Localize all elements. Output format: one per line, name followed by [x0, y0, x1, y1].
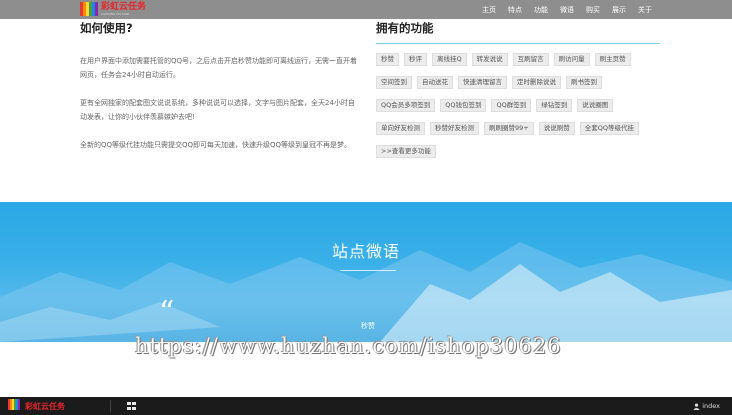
feature-tag[interactable]: 快速清理留言: [458, 76, 507, 89]
features-heading: 拥有的功能: [376, 21, 434, 35]
feature-tag[interactable]: 自动送花: [417, 76, 453, 89]
feature-tag[interactable]: >>查看更多功能: [376, 145, 436, 158]
band-divider: [340, 270, 396, 271]
rainbow-logo-icon: [8, 399, 20, 413]
feature-tag[interactable]: 全套QQ等级代挂: [579, 122, 639, 135]
page: 彩虹云任务 CAIHONG QQ TASK 主页 特点 功能 微语 购买 展示 …: [0, 0, 732, 415]
taskbar-divider: [110, 400, 111, 412]
feature-tag[interactable]: 说说圈图: [577, 99, 614, 112]
top-navbar: 彩虹云任务 CAIHONG QQ TASK 主页 特点 功能 微语 购买 展示 …: [0, 0, 732, 19]
nav-item-about[interactable]: 关于: [638, 5, 652, 15]
usage-paragraph-3: 全新的QQ等级代挂功能只需提交QQ即可每天加速，快速升级QQ等级到皇冠不再是梦。: [80, 141, 352, 149]
micropost-author: 秒赞: [361, 322, 375, 330]
feature-tag[interactable]: 刷刷圈赞99+: [484, 122, 534, 135]
grid-menu-icon[interactable]: [127, 402, 136, 410]
rainbow-logo-icon: [80, 2, 98, 16]
taskbar-title: 彩虹云任务: [25, 401, 65, 411]
watermark-text: https://www.huzhan.com/ishop30626: [135, 334, 562, 358]
site-logo[interactable]: 彩虹云任务 CAIHONG QQ TASK: [80, 1, 146, 17]
feature-tag[interactable]: 刷主页赞: [594, 53, 631, 66]
logo-subtitle: CAIHONG QQ TASK: [101, 11, 130, 16]
feature-tag[interactable]: 秒赞好友检测: [430, 122, 479, 135]
logo-text: 彩虹云任务 CAIHONG QQ TASK: [101, 1, 147, 16]
feature-tag[interactable]: 定时删除说说: [512, 76, 561, 89]
nav-item-buy[interactable]: 购买: [586, 5, 600, 15]
taskbar-user[interactable]: index: [693, 397, 720, 415]
taskbar-logo[interactable]: 彩虹云任务: [8, 399, 65, 413]
nav-item-showcase[interactable]: 展示: [612, 5, 626, 15]
feature-tag[interactable]: 秒评: [404, 53, 427, 66]
nav-item-features-intro[interactable]: 特点: [508, 5, 522, 15]
nav-item-home[interactable]: 主页: [482, 5, 496, 15]
feature-tag[interactable]: QQ钱包签到: [440, 99, 487, 112]
feature-tag[interactable]: 绿钻签到: [536, 99, 573, 112]
heading-divider: [376, 43, 660, 44]
feature-tag-list: 秒赞 秒评 离线挂Q 转发说说 互刷留言 刷访问量 刷主页赞空间签到 自动送花 快速清理留言 定时…: [376, 53, 660, 168]
bottom-taskbar: 彩虹云任务 index: [0, 397, 732, 415]
user-icon: [693, 402, 700, 410]
feature-tag[interactable]: 单向好友检测: [376, 122, 425, 135]
nav-item-functions[interactable]: 功能: [534, 5, 548, 15]
usage-paragraph-2: 更有全网独家的配套图文说说系统，多种说说可以选择，文字与图片配套，全天24小时自…: [80, 99, 355, 121]
feature-tag[interactable]: 互刷留言: [512, 53, 549, 66]
logo-title: 彩虹云任务: [101, 1, 147, 12]
usage-heading: 如何使用?: [80, 21, 133, 35]
features-section: 拥有的功能 秒赞 秒评 离线挂Q 转发说说 互刷留言 刷访问量 刷主页赞空间签到 自动送花 快速…: [376, 21, 660, 168]
taskbar-user-label: index: [702, 402, 720, 410]
usage-section: 如何使用? 在用户界面中添加需要托管的QQ号，之后点击开启秒赞功能即可离线运行，…: [80, 21, 360, 152]
nav-menu: 主页 特点 功能 微语 购买 展示 关于: [470, 0, 652, 19]
feature-tag[interactable]: 空间签到: [376, 76, 412, 89]
feature-tag[interactable]: QQ群签到: [491, 99, 532, 112]
site-microposts-band: 站点微语 “ 秒赞: [0, 202, 732, 342]
feature-tag[interactable]: 说说刷赞: [538, 122, 575, 135]
feature-tag[interactable]: 刷访问量: [553, 53, 590, 66]
feature-tag[interactable]: 离线挂Q: [432, 53, 467, 66]
feature-tag[interactable]: 秒赞: [376, 53, 399, 66]
feature-tag[interactable]: 转发说说: [471, 53, 508, 66]
band-title: 站点微语: [331, 242, 400, 261]
quote-mark-icon: “: [159, 295, 175, 330]
feature-tag[interactable]: 刷书签到: [566, 76, 602, 89]
usage-paragraph-1: 在用户界面中添加需要托管的QQ号，之后点击开启秒赞功能即可离线运行，无需一直开着…: [80, 57, 358, 79]
nav-item-microposts[interactable]: 微语: [560, 5, 574, 15]
feature-tag[interactable]: QQ会员多项签到: [376, 99, 436, 112]
